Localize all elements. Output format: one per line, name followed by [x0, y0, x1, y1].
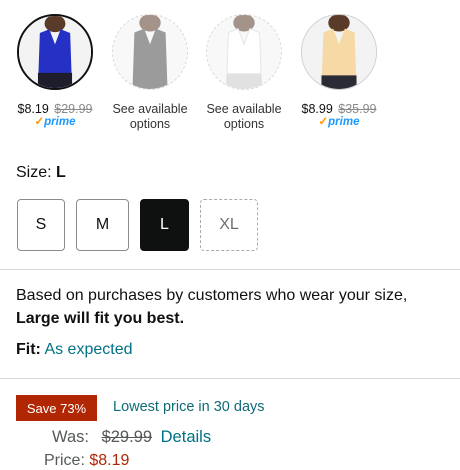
check-icon: ✓	[34, 116, 45, 128]
prime-badge: ✓prime	[8, 116, 102, 129]
size-label: Size: L	[16, 164, 66, 182]
tank-top-image	[207, 15, 281, 89]
divider	[0, 269, 460, 270]
current-price: $8.99	[301, 102, 333, 116]
fit-recommendation-text: Large will fit you best.	[16, 310, 185, 327]
prime-label: prime	[44, 116, 76, 128]
swatch-thumbnail[interactable]	[206, 14, 282, 90]
list-price: $35.99	[338, 102, 377, 116]
prime-label: prime	[328, 116, 360, 128]
current-price: $8.19	[17, 102, 49, 116]
was-price-row: Was: $29.99 Details	[52, 428, 211, 447]
swatch-thumbnail[interactable]	[301, 14, 377, 90]
swatch-white[interactable]: See available options	[197, 14, 291, 132]
swatch-thumbnail[interactable]	[17, 14, 93, 90]
fit-recommendation: Based on purchases by customers who wear…	[16, 284, 446, 330]
size-option-m[interactable]: M	[76, 199, 129, 251]
availability-line: options	[129, 117, 171, 131]
savings-badge: Save 73%	[16, 395, 97, 421]
details-link[interactable]: Details	[161, 428, 211, 446]
swatch-black[interactable]: See available options	[103, 14, 197, 132]
size-option-l[interactable]: L	[140, 199, 189, 251]
price-label: Price:	[44, 452, 85, 469]
list-price: $29.99	[54, 102, 93, 116]
availability-line: See available	[112, 102, 188, 116]
swatch-thumbnail[interactable]	[112, 14, 188, 90]
availability-line: options	[223, 117, 265, 131]
price-value: $8.19	[89, 452, 130, 469]
fit-intro-text: Based on purchases by customers who wear…	[16, 287, 408, 304]
tank-top-image	[19, 16, 91, 88]
swatch-blue[interactable]: $8.19 $29.99 ✓prime	[8, 14, 102, 129]
swatch-price: $8.19 $29.99	[8, 102, 102, 116]
availability-text: See available options	[197, 102, 291, 132]
color-swatches: $8.19 $29.99 ✓prime See available option…	[0, 0, 460, 150]
was-price: $29.99	[101, 428, 153, 446]
size-label-key: Size:	[16, 164, 52, 181]
fit-value-link[interactable]: As expected	[44, 341, 132, 358]
lowest-price-text: Lowest price in 30 days	[113, 399, 265, 415]
divider	[0, 378, 460, 379]
fit-label: Fit:	[16, 341, 41, 358]
tank-top-image	[113, 15, 187, 89]
swatch-apricot[interactable]: $8.99 $35.99 ✓prime	[292, 14, 386, 129]
availability-line: See available	[206, 102, 282, 116]
availability-text: See available options	[103, 102, 197, 132]
fit-info: Fit: As expected	[16, 341, 133, 359]
tank-top-image	[302, 15, 376, 89]
check-icon: ✓	[318, 116, 329, 128]
size-option-s[interactable]: S	[17, 199, 65, 251]
was-label: Was:	[52, 428, 89, 446]
prime-badge: ✓prime	[292, 116, 386, 129]
price-row: Price: $8.19	[44, 452, 129, 470]
selected-size-value: L	[56, 164, 66, 181]
swatch-price: $8.99 $35.99	[292, 102, 386, 116]
size-option-xl[interactable]: XL	[200, 199, 258, 251]
